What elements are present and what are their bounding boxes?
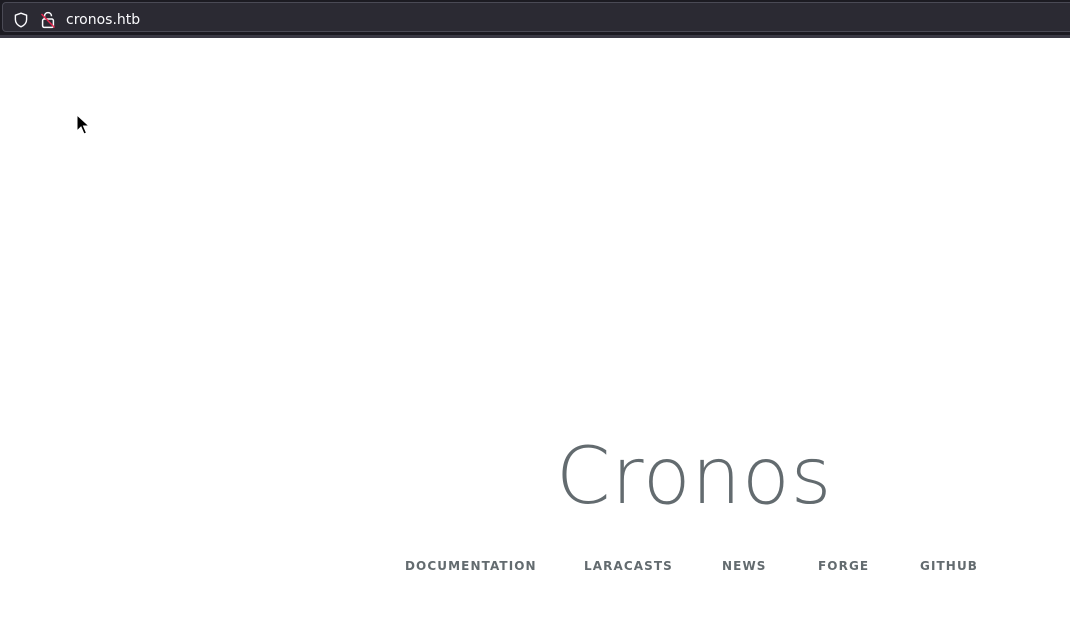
mouse-cursor-icon xyxy=(76,114,90,135)
link-github[interactable]: GITHUB xyxy=(920,558,978,574)
link-forge[interactable]: FORGE xyxy=(818,558,869,574)
url-text[interactable]: cronos.htb xyxy=(66,11,140,29)
shield-icon[interactable] xyxy=(13,12,29,28)
page-content xyxy=(0,38,1070,632)
link-documentation[interactable]: DOCUMENTATION xyxy=(405,558,537,574)
link-news[interactable]: NEWS xyxy=(722,558,767,574)
address-bar[interactable]: cronos.htb xyxy=(2,2,1070,32)
lock-insecure-icon[interactable] xyxy=(40,11,56,29)
link-laracasts[interactable]: LARACASTS xyxy=(584,558,673,574)
page-title: Cronos xyxy=(556,432,833,522)
links-nav: DOCUMENTATION LARACASTS NEWS FORGE GITHU… xyxy=(0,558,1070,576)
browser-toolbar: cronos.htb xyxy=(0,0,1070,38)
